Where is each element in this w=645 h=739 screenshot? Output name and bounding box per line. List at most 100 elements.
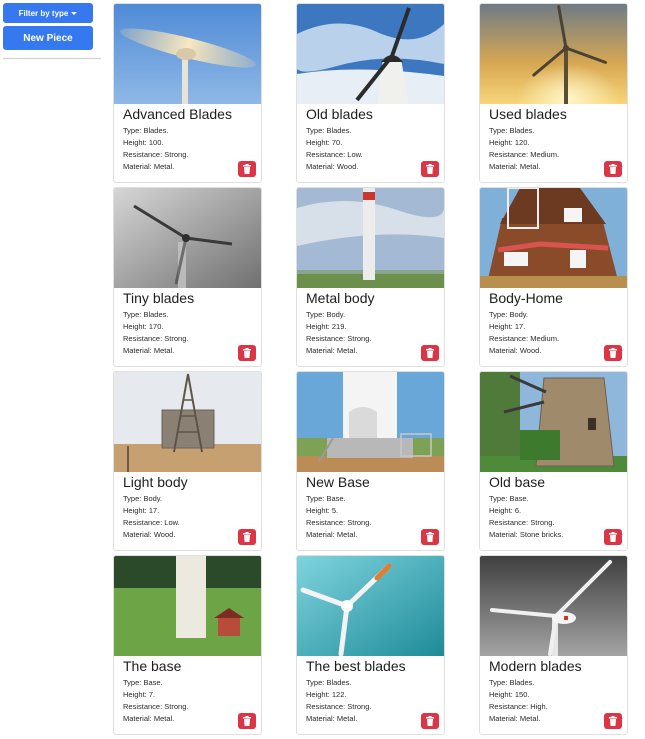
piece-material: Material: Metal. — [123, 162, 175, 171]
piece-card: Tiny blades Type: Blades. Height: 170. R… — [113, 187, 262, 367]
piece-material: Material: Metal. — [489, 162, 541, 171]
piece-resistance: Resistance: Medium. — [489, 334, 560, 343]
piece-material: Material: Metal. — [306, 714, 358, 723]
piece-details: Type: Blades. Height: 170. Resistance: S… — [123, 309, 188, 357]
piece-height: Height: 150. — [489, 690, 530, 699]
piece-resistance: Resistance: Strong. — [123, 702, 189, 711]
piece-details: Type: Base. Height: 6. Resistance: Stron… — [489, 493, 563, 541]
piece-image — [480, 372, 627, 472]
sidebar: Filter by type New Piece — [3, 3, 101, 59]
piece-card: Modern blades Type: Blades. Height: 150.… — [479, 555, 628, 735]
piece-height: Height: 170. — [123, 322, 164, 331]
piece-resistance: Resistance: Low. — [123, 518, 180, 527]
piece-image — [114, 372, 261, 472]
piece-resistance: Resistance: Medium. — [489, 150, 560, 159]
piece-title: The best blades — [306, 658, 406, 674]
piece-material: Material: Metal. — [306, 530, 358, 539]
piece-resistance: Resistance: Strong. — [306, 702, 372, 711]
piece-material: Material: Metal. — [306, 346, 358, 355]
filter-label: Filter by type — [18, 8, 69, 18]
piece-details: Type: Base. Height: 5. Resistance: Stron… — [306, 493, 371, 541]
delete-piece-button[interactable] — [604, 161, 622, 177]
piece-details: Type: Blades. Height: 122. Resistance: S… — [306, 677, 371, 725]
piece-material: Material: Wood. — [123, 530, 176, 539]
piece-type: Type: Blades. — [306, 126, 352, 135]
piece-details: Type: Body. Height: 17. Resistance: Low.… — [123, 493, 180, 541]
piece-resistance: Resistance: Strong. — [489, 518, 555, 527]
delete-piece-button[interactable] — [604, 529, 622, 545]
delete-piece-button[interactable] — [604, 345, 622, 361]
caret-down-icon — [71, 11, 78, 15]
piece-title: Advanced Blades — [123, 106, 232, 122]
piece-height: Height: 120. — [489, 138, 530, 147]
delete-piece-button[interactable] — [238, 713, 256, 729]
piece-type: Type: Base. — [489, 494, 529, 503]
piece-details: Type: Blades. Height: 100. Resistance: S… — [123, 125, 188, 173]
piece-material: Material: Metal. — [123, 714, 175, 723]
piece-title: Metal body — [306, 290, 375, 306]
piece-resistance: Resistance: Low. — [306, 150, 363, 159]
piece-material: Material: Metal. — [123, 346, 175, 355]
piece-title: Used blades — [489, 106, 567, 122]
delete-piece-button[interactable] — [238, 345, 256, 361]
piece-resistance: Resistance: Strong. — [123, 150, 189, 159]
piece-height: Height: 5. — [306, 506, 339, 515]
piece-title: Light body — [123, 474, 188, 490]
piece-material: Material: Stone bricks. — [489, 530, 564, 539]
piece-image — [114, 556, 261, 656]
piece-type: Type: Base. — [123, 678, 163, 687]
piece-type: Type: Blades. — [123, 310, 169, 319]
piece-details: Type: Blades. Height: 150. Resistance: H… — [489, 677, 548, 725]
piece-resistance: Resistance: Strong. — [306, 518, 372, 527]
piece-title: The base — [123, 658, 182, 674]
piece-image — [297, 372, 444, 472]
piece-title: Modern blades — [489, 658, 582, 674]
piece-card: Advanced Blades Type: Blades. Height: 10… — [113, 3, 262, 183]
piece-type: Type: Body. — [306, 310, 346, 319]
piece-resistance: Resistance: High. — [489, 702, 548, 711]
piece-type: Type: Blades. — [306, 678, 352, 687]
piece-height: Height: 122. — [306, 690, 347, 699]
piece-image — [480, 4, 627, 104]
delete-piece-button[interactable] — [421, 713, 439, 729]
piece-height: Height: 100. — [123, 138, 164, 147]
delete-piece-button[interactable] — [421, 161, 439, 177]
delete-piece-button[interactable] — [238, 161, 256, 177]
piece-material: Material: Metal. — [489, 714, 541, 723]
piece-height: Height: 6. — [489, 506, 522, 515]
piece-card: Light body Type: Body. Height: 17. Resis… — [113, 371, 262, 551]
piece-height: Height: 17. — [489, 322, 526, 331]
piece-image — [297, 188, 444, 288]
piece-card: Metal body Type: Body. Height: 219. Resi… — [296, 187, 445, 367]
piece-title: New Base — [306, 474, 370, 490]
piece-type: Type: Blades. — [489, 678, 535, 687]
piece-details: Type: Blades. Height: 70. Resistance: Lo… — [306, 125, 363, 173]
piece-type: Type: Blades. — [123, 126, 169, 135]
piece-details: Type: Blades. Height: 120. Resistance: M… — [489, 125, 559, 173]
filter-by-type-dropdown[interactable]: Filter by type — [3, 3, 93, 23]
piece-height: Height: 17. — [123, 506, 160, 515]
delete-piece-button[interactable] — [238, 529, 256, 545]
piece-card: The base Type: Base. Height: 7. Resistan… — [113, 555, 262, 735]
piece-image — [297, 556, 444, 656]
piece-image — [114, 4, 261, 104]
piece-details: Type: Body. Height: 17. Resistance: Medi… — [489, 309, 559, 357]
piece-card: Body-Home Type: Body. Height: 17. Resist… — [479, 187, 628, 367]
piece-image — [480, 188, 627, 288]
new-piece-button[interactable]: New Piece — [3, 26, 93, 50]
piece-resistance: Resistance: Strong. — [306, 334, 372, 343]
delete-piece-button[interactable] — [421, 345, 439, 361]
piece-image — [297, 4, 444, 104]
piece-height: Height: 70. — [306, 138, 343, 147]
piece-material: Material: Wood. — [489, 346, 542, 355]
piece-card: Used blades Type: Blades. Height: 120. R… — [479, 3, 628, 183]
piece-card: The best blades Type: Blades. Height: 12… — [296, 555, 445, 735]
piece-type: Type: Body. — [123, 494, 163, 503]
delete-piece-button[interactable] — [604, 713, 622, 729]
piece-title: Old base — [489, 474, 546, 490]
delete-piece-button[interactable] — [421, 529, 439, 545]
piece-height: Height: 7. — [123, 690, 156, 699]
piece-type: Type: Body. — [489, 310, 529, 319]
piece-title: Tiny blades — [123, 290, 195, 306]
piece-title: Old blades — [306, 106, 373, 122]
